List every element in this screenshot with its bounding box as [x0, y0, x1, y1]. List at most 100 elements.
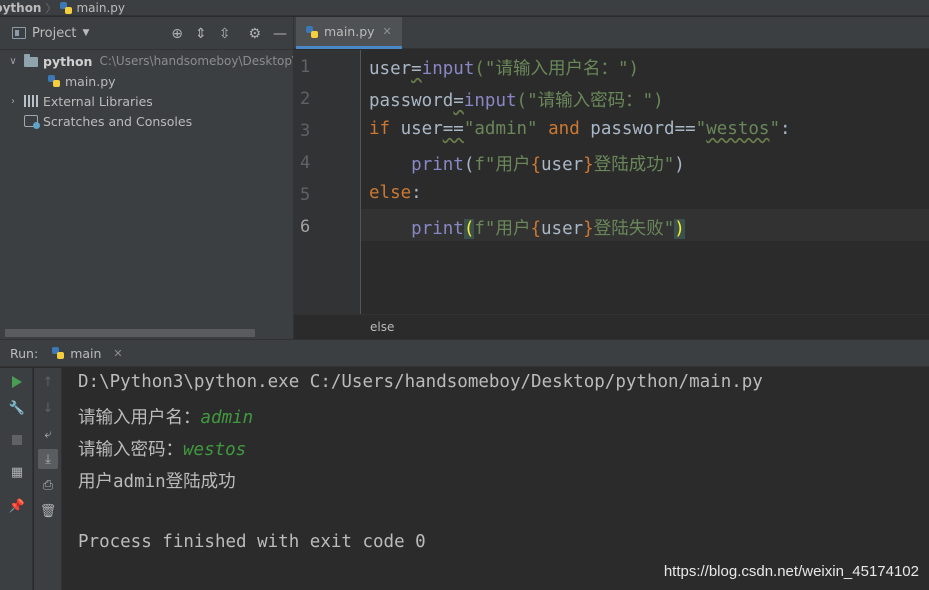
expand-all-icon[interactable]: ⇕ [195, 26, 207, 42]
breadcrumb: python 〉 main.py [0, 0, 929, 16]
run-panel-header: Run: main ✕ [0, 339, 929, 367]
stop-button[interactable] [7, 430, 27, 450]
code-token: : [779, 119, 791, 139]
wrench-icon[interactable]: 🔧 [7, 398, 27, 418]
locate-file-icon[interactable]: ⊕ [171, 26, 183, 42]
code-token: 登陆失败" [593, 219, 675, 239]
code-line-3[interactable]: if user=="admin" and password=="westos": [369, 119, 791, 139]
tree-item-scratches[interactable]: Scratches and Consoles [20, 111, 192, 131]
line-number-current: 6 [300, 217, 311, 237]
chevron-right-icon[interactable]: › [6, 96, 20, 107]
console-line: 请输入用户名：admin [78, 404, 253, 429]
python-file-icon [306, 25, 318, 38]
code-token: input [463, 91, 517, 111]
code-line-1[interactable]: user=input("请输入用户名：") [369, 55, 639, 80]
code-token: " [695, 119, 707, 139]
close-icon[interactable]: ✕ [383, 25, 392, 38]
python-file-icon [52, 347, 65, 359]
tab-label: main.py [324, 24, 375, 39]
editor-tab-bar: main.py ✕ [294, 17, 929, 49]
code-token: { [530, 219, 542, 239]
code-token: user [541, 155, 584, 175]
project-panel-header: Project ▼ ⊕ ⇕ ⇳ ⚙ — [0, 17, 293, 50]
breadcrumb-project[interactable]: python [0, 1, 41, 15]
code-token: : [411, 183, 422, 203]
code-token: 登陆成功" [593, 155, 675, 175]
code-editor[interactable]: main.py ✕ 1 2 3 4 5 6 user=input("请输入用户名… [293, 17, 929, 339]
hide-panel-icon[interactable]: — [273, 26, 287, 42]
layout-icon[interactable]: ▦ [7, 462, 27, 482]
code-token: == [674, 119, 696, 139]
library-icon [24, 95, 38, 107]
run-panel-label: Run: [10, 345, 39, 361]
tree-item-label: Scratches and Consoles [43, 113, 193, 129]
watermark: https://blog.csdn.net/weixin_45174102 [663, 563, 919, 580]
code-token: = [453, 91, 464, 111]
code-token: ("请输入密码：") [516, 91, 664, 111]
arrow-up-icon[interactable]: ↑ [38, 372, 58, 392]
code-token: print [411, 219, 464, 239]
tree-item-main-py[interactable]: main.py [48, 71, 116, 91]
project-view-selector[interactable]: Project [32, 26, 76, 41]
code-token: ( [463, 155, 475, 175]
code-token: user [541, 219, 584, 239]
scroll-to-end-icon[interactable]: ⤓ [38, 449, 58, 469]
code-line-4[interactable]: print(f"用户{user}登陆成功") [369, 151, 685, 176]
code-token: password [590, 119, 675, 139]
run-tab-label: main [70, 345, 102, 361]
breadcrumb-file[interactable]: main.py [76, 1, 125, 15]
arrow-down-icon[interactable]: ↓ [38, 398, 58, 418]
horizontal-scrollbar[interactable] [5, 329, 255, 337]
matched-paren: ( [463, 219, 475, 239]
tree-item-label: python [43, 53, 93, 69]
close-icon[interactable]: ✕ [113, 347, 122, 360]
tree-item-label: main.py [65, 73, 116, 89]
chevron-down-icon[interactable]: ▼ [82, 28, 89, 38]
line-number: 4 [300, 153, 311, 173]
run-tab-main[interactable]: main ✕ [52, 345, 123, 361]
folder-icon [24, 54, 38, 67]
chevron-down-icon[interactable]: ∨ [6, 56, 20, 67]
code-token: } [583, 155, 594, 175]
tree-item-path: C:\Users\handsomeboy\Desktop\ [99, 54, 297, 68]
line-number-gutter: 1 2 3 4 5 6 [294, 50, 361, 314]
editor-breadcrumb-item[interactable]: else [370, 320, 394, 334]
collapse-all-icon[interactable]: ⇳ [219, 26, 231, 42]
console-exit-line: Process finished with exit code 0 [78, 532, 426, 552]
project-header-toolbar: ⊕ ⇕ ⇳ ⚙ — [171, 17, 287, 50]
code-token: f"用户 [474, 219, 531, 239]
run-toolbar-secondary: ↑ ↓ ⤶ ⤓ ⎙ 🗑 [34, 368, 62, 590]
tree-item-label: External Libraries [43, 93, 153, 109]
code-token: ("请输入用户名：") [474, 59, 640, 79]
rerun-button[interactable] [7, 372, 27, 392]
code-token: and [537, 119, 591, 139]
code-line-5[interactable]: else: [369, 183, 422, 203]
print-icon[interactable]: ⎙ [38, 475, 58, 495]
trash-icon[interactable]: 🗑 [38, 501, 58, 521]
gear-icon[interactable]: ⚙ [248, 26, 261, 42]
code-token: password [369, 91, 454, 111]
soft-wrap-icon[interactable]: ⤶ [38, 424, 58, 444]
code-token: { [530, 155, 542, 175]
code-line-2[interactable]: password=input("请输入密码：") [369, 87, 664, 112]
code-token: = [411, 59, 422, 79]
line-number: 2 [300, 89, 311, 109]
line-number: 3 [300, 121, 311, 141]
code-token: print [411, 155, 464, 175]
code-token: user [369, 59, 412, 79]
pin-icon[interactable]: 📌 [7, 496, 27, 516]
line-number: 5 [300, 185, 311, 205]
code-line-6[interactable]: print(f"用户{user}登陆失败") [369, 215, 685, 240]
console-line: D:\Python3\python.exe C:/Users/handsomeb… [78, 372, 763, 392]
tree-item-python-folder[interactable]: ∨ python C:\Users\handsomeboy\Desktop\ [6, 51, 296, 71]
run-toolbar-primary: 🔧 ▦ 📌 [0, 368, 33, 590]
tree-item-external-libraries[interactable]: › External Libraries [6, 91, 153, 111]
code-token: user [390, 119, 443, 139]
tab-main-py[interactable]: main.py ✕ [296, 17, 402, 49]
matched-paren: ) [674, 219, 685, 239]
run-console[interactable]: D:\Python3\python.exe C:/Users/handsomeb… [63, 368, 929, 590]
code-token: if [369, 119, 391, 139]
line-number: 1 [300, 57, 311, 77]
